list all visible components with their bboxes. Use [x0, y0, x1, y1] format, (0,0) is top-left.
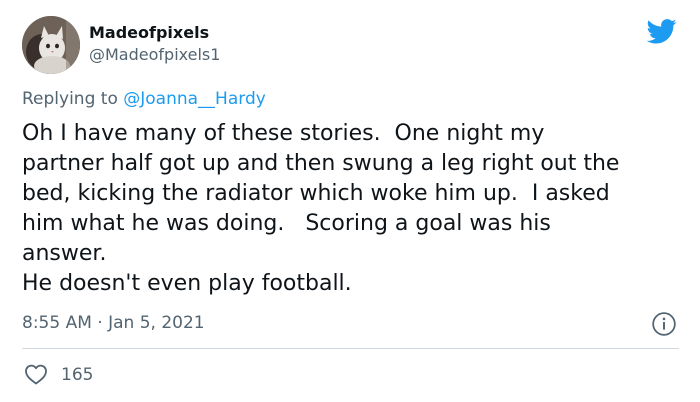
- reply-to-handle-link[interactable]: @Joanna__Hardy: [123, 89, 266, 109]
- tweet-text-line: He doesn't even play football.: [22, 271, 352, 296]
- like-count: 165: [61, 365, 94, 385]
- tweet-text-line: bed, kicking the radiator which woke him…: [22, 181, 610, 206]
- cat-avatar-icon: [22, 16, 80, 74]
- tweet-text-line: partner half got up and then swung a leg…: [22, 151, 620, 176]
- reply-context: Replying to @Joanna__Hardy: [22, 89, 266, 109]
- reply-prefix: Replying to: [22, 89, 124, 109]
- tweet-card: Madeofpixels @Madeofpixels1 Replying to …: [0, 0, 700, 402]
- tweet-text-line: answer.: [22, 241, 107, 266]
- avatar[interactable]: [22, 16, 80, 74]
- author-handle[interactable]: @Madeofpixels1: [89, 46, 220, 64]
- tweet-text-line: Oh I have many of these stories. One nig…: [22, 121, 545, 146]
- tweet-text-line: him what he was doing. Scoring a goal wa…: [22, 211, 551, 236]
- divider: [22, 348, 679, 349]
- author-display-name[interactable]: Madeofpixels: [89, 24, 209, 42]
- twitter-bird-icon[interactable]: [645, 16, 679, 46]
- tweet-body: Oh I have many of these stories. One nig…: [22, 119, 687, 299]
- info-icon[interactable]: [651, 311, 677, 337]
- tweet-timestamp[interactable]: 8:55 AM · Jan 5, 2021: [22, 313, 205, 333]
- heart-icon[interactable]: [24, 363, 48, 385]
